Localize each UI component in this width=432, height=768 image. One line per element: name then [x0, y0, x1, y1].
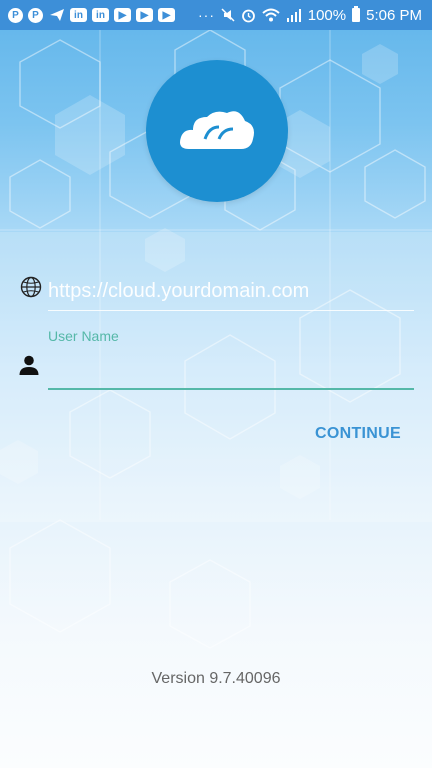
more-notifications-indicator: ··· — [198, 7, 215, 23]
server-url-input[interactable] — [48, 272, 414, 311]
battery-icon — [352, 6, 361, 22]
mute-icon — [221, 8, 235, 22]
app-logo — [146, 60, 288, 202]
username-label: User Name — [48, 328, 119, 344]
youtube-icon: ▶ — [114, 8, 131, 22]
signal-icon — [286, 8, 302, 22]
linkedin-icon: in — [70, 8, 87, 22]
linkedin-icon: in — [92, 8, 109, 22]
status-bar: P P in in ▶ ▶ ▶ ··· 100% 5:06 PM — [0, 0, 432, 30]
cloud-icon — [180, 111, 254, 149]
alarm-icon — [241, 8, 256, 23]
clock: 5:06 PM — [366, 6, 422, 24]
person-icon — [16, 352, 42, 378]
username-input[interactable] — [48, 350, 414, 390]
login-screen: P P in in ▶ ▶ ▶ ··· 100% 5:06 PM https:/… — [0, 0, 432, 768]
pinterest-icon: P — [8, 7, 23, 23]
version-text: Version 9.7.40096 — [151, 670, 281, 687]
system-icons: 100% 5:06 PM — [221, 6, 432, 24]
youtube-icon: ▶ — [158, 8, 175, 22]
battery-percentage: 100% — [307, 6, 347, 24]
youtube-icon: ▶ — [136, 8, 153, 22]
notification-icons: P P in in ▶ ▶ ▶ ··· — [0, 7, 215, 23]
wifi-icon — [262, 8, 280, 22]
pinterest-icon: P — [28, 7, 43, 23]
continue-button[interactable]: CONTINUE — [300, 418, 416, 450]
globe-icon — [18, 274, 44, 300]
send-icon — [48, 8, 65, 22]
